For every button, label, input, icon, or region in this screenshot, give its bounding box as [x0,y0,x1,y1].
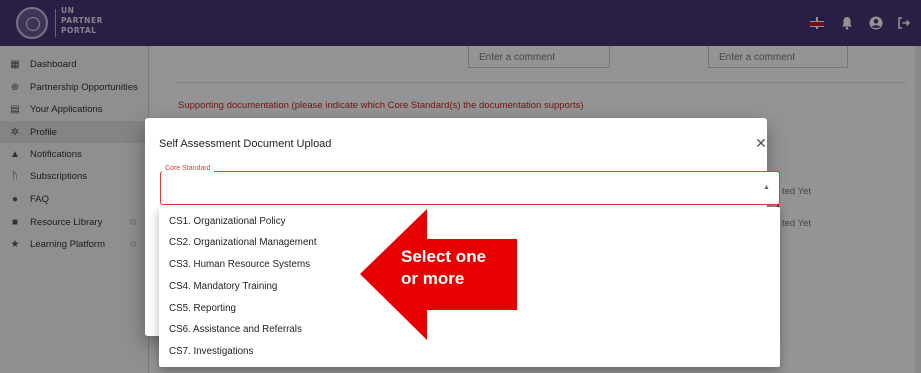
option-cs3[interactable]: CS3. Human Resource Systems [169,259,310,270]
core-standard-select[interactable] [160,171,780,205]
annotation-line-1: Select one [401,247,487,266]
annotation-text: Select one or more [401,246,486,290]
close-icon[interactable]: ✕ [753,135,769,151]
annotation-line-2: or more [401,269,465,288]
option-cs4[interactable]: CS4. Mandatory Training [169,281,277,292]
option-cs1[interactable]: CS1. Organizational Policy [169,216,286,227]
core-standard-label: Core Standard [162,165,214,172]
option-cs7[interactable]: CS7. Investigations [169,346,253,357]
dropdown-arrow-icon[interactable]: ▲ [763,184,770,191]
option-cs5[interactable]: CS5. Reporting [169,303,236,314]
dialog-title: Self Assessment Document Upload [159,138,332,150]
option-cs2[interactable]: CS2. Organizational Management [169,237,317,248]
option-cs6[interactable]: CS6. Assistance and Referrals [169,324,302,335]
